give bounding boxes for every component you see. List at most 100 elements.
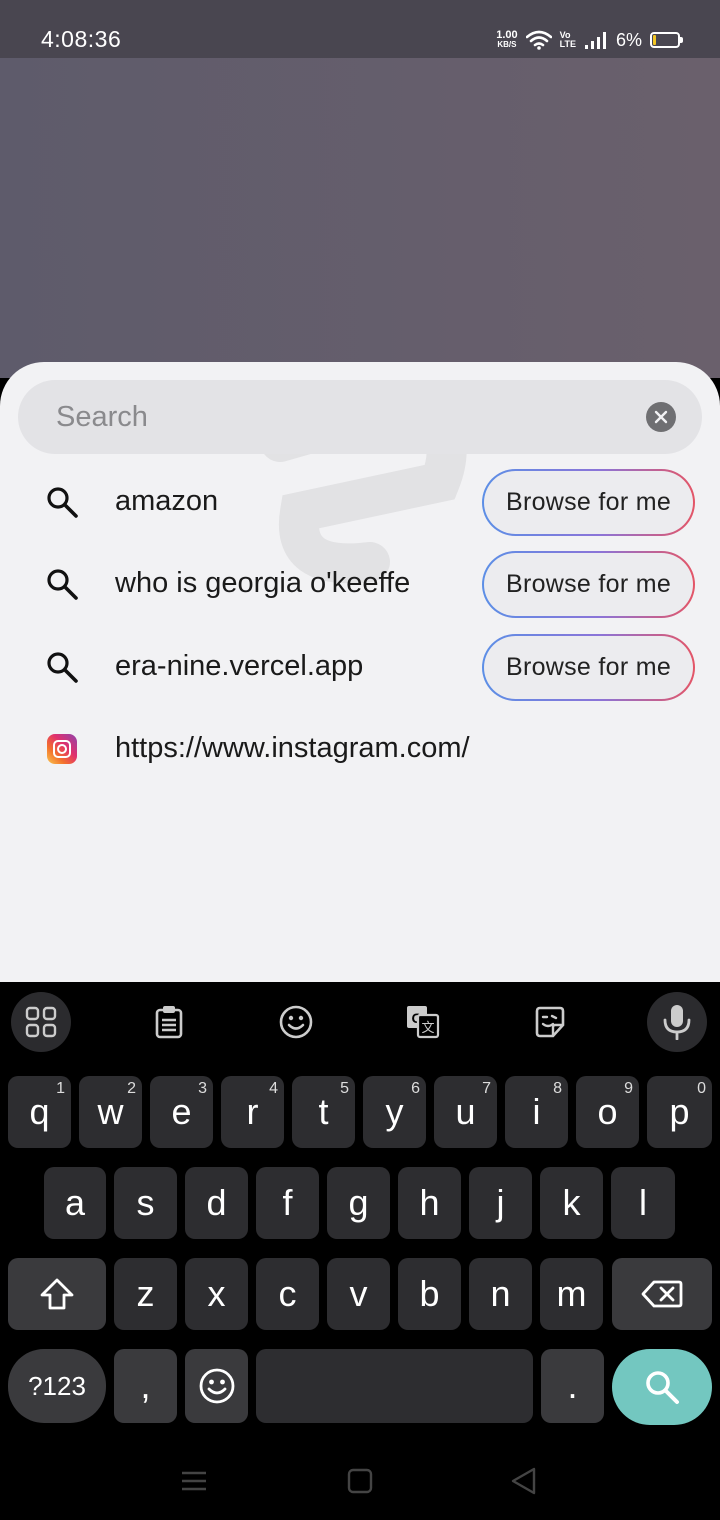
- key-label: u: [455, 1091, 476, 1132]
- key-y[interactable]: y6: [363, 1076, 426, 1148]
- home-button[interactable]: [344, 1466, 376, 1496]
- grid-icon: [25, 1006, 57, 1038]
- key-label: r: [246, 1091, 259, 1132]
- apps-grid-button[interactable]: [11, 992, 71, 1052]
- search-icon: [42, 564, 82, 604]
- key-g[interactable]: g: [327, 1167, 390, 1239]
- browse-for-me-button[interactable]: Browse for me: [482, 551, 695, 618]
- key-label: y: [385, 1091, 404, 1132]
- key-m[interactable]: m: [540, 1258, 603, 1330]
- symbols-key[interactable]: ?123: [8, 1349, 106, 1423]
- key-hint: 1: [56, 1080, 65, 1097]
- key-p[interactable]: p0: [647, 1076, 712, 1148]
- voice-input-button[interactable]: [647, 992, 707, 1052]
- key-label: o: [597, 1091, 618, 1132]
- dimmed-background[interactable]: [0, 58, 720, 378]
- close-icon: [654, 410, 668, 424]
- clipboard-button[interactable]: [139, 992, 199, 1052]
- suggestion-item[interactable]: who is georgia o'keeffe Browse for me: [0, 543, 720, 625]
- space-key[interactable]: [256, 1349, 533, 1423]
- clipboard-icon: [155, 1006, 183, 1039]
- keyboard-toolbar: G 文: [0, 982, 720, 1062]
- key-hint: 3: [198, 1080, 207, 1097]
- key-e[interactable]: e3: [150, 1076, 213, 1148]
- emoji-key[interactable]: [185, 1349, 248, 1423]
- emoji-icon: [199, 1368, 234, 1404]
- back-triangle-icon: [511, 1467, 536, 1495]
- sticker-button[interactable]: [520, 992, 580, 1052]
- key-label: i: [532, 1091, 541, 1132]
- key-label: h: [419, 1182, 440, 1223]
- key-x[interactable]: x: [185, 1258, 248, 1330]
- key-t[interactable]: t5: [292, 1076, 355, 1148]
- key-hint: 7: [482, 1080, 491, 1097]
- search-icon: [42, 482, 82, 522]
- key-label: a: [64, 1182, 86, 1223]
- key-d[interactable]: d: [185, 1167, 248, 1239]
- key-j[interactable]: j: [469, 1167, 532, 1239]
- history-item[interactable]: https://www.instagram.com/: [0, 708, 720, 790]
- key-w[interactable]: w2: [79, 1076, 142, 1148]
- key-r[interactable]: r4: [221, 1076, 284, 1148]
- network-speed: 1.00 KB/S: [496, 30, 517, 50]
- search-bar[interactable]: [18, 380, 702, 454]
- suggestion-text: amazon: [115, 485, 219, 517]
- key-hint: 9: [624, 1080, 633, 1097]
- suggestion-item[interactable]: era-nine.vercel.app Browse for me: [0, 626, 720, 708]
- key-z[interactable]: z: [114, 1258, 177, 1330]
- key-u[interactable]: u7: [434, 1076, 497, 1148]
- search-input[interactable]: [56, 380, 616, 454]
- battery-percent: 6%: [615, 29, 642, 50]
- backspace-key[interactable]: [612, 1258, 712, 1330]
- search-key[interactable]: [612, 1349, 712, 1425]
- home-square-icon: [347, 1468, 373, 1494]
- suggestion-text: era-nine.vercel.app: [115, 650, 364, 682]
- key-hint: 8: [553, 1080, 562, 1097]
- volte-indicator: Vo LTE: [560, 31, 576, 49]
- key-label: m: [556, 1273, 587, 1314]
- search-icon: [42, 647, 82, 687]
- key-a[interactable]: a: [44, 1167, 106, 1239]
- emoji-toolbar-button[interactable]: [266, 992, 326, 1052]
- key-hint: 5: [340, 1080, 349, 1097]
- key-label: g: [348, 1182, 369, 1223]
- browse-for-me-label: Browse for me: [484, 471, 693, 534]
- status-bar: 4:08:36 1.00 KB/S Vo LTE 6%: [0, 0, 720, 58]
- key-label: ,: [140, 1365, 151, 1406]
- clear-search-button[interactable]: [646, 402, 676, 432]
- instagram-icon: [42, 729, 82, 769]
- key-label: l: [639, 1182, 647, 1223]
- key-l[interactable]: l: [611, 1167, 675, 1239]
- recent-apps-button[interactable]: [176, 1466, 212, 1496]
- key-s[interactable]: s: [114, 1167, 177, 1239]
- key-k[interactable]: k: [540, 1167, 603, 1239]
- network-speed-unit: KB/S: [497, 40, 517, 49]
- key-i[interactable]: i8: [505, 1076, 568, 1148]
- translate-icon: G 文: [407, 1006, 440, 1039]
- key-f[interactable]: f: [256, 1167, 319, 1239]
- microphone-icon: [663, 1005, 691, 1040]
- browse-for-me-button[interactable]: Browse for me: [482, 634, 695, 701]
- key-label: e: [171, 1091, 192, 1132]
- key-v[interactable]: v: [327, 1258, 390, 1330]
- search-icon: [646, 1371, 679, 1404]
- key-label: q: [29, 1091, 50, 1132]
- browse-for-me-button[interactable]: Browse for me: [482, 469, 695, 536]
- key-c[interactable]: c: [256, 1258, 319, 1330]
- battery-icon: [650, 32, 683, 48]
- wifi-icon: [525, 30, 552, 50]
- key-n[interactable]: n: [469, 1258, 532, 1330]
- key-h[interactable]: h: [398, 1167, 461, 1239]
- navigation-bar: [0, 1440, 720, 1520]
- period-key[interactable]: .: [541, 1349, 604, 1423]
- translate-button[interactable]: G 文: [393, 992, 453, 1052]
- suggestion-item[interactable]: amazon Browse for me: [0, 461, 720, 543]
- key-b[interactable]: b: [398, 1258, 461, 1330]
- back-button[interactable]: [506, 1464, 540, 1498]
- key-label: v: [349, 1273, 368, 1314]
- key-q[interactable]: q1: [8, 1076, 71, 1148]
- key-o[interactable]: o9: [576, 1076, 639, 1148]
- comma-key[interactable]: ,: [114, 1349, 177, 1423]
- shift-key[interactable]: [8, 1258, 106, 1330]
- key-label: j: [496, 1182, 505, 1223]
